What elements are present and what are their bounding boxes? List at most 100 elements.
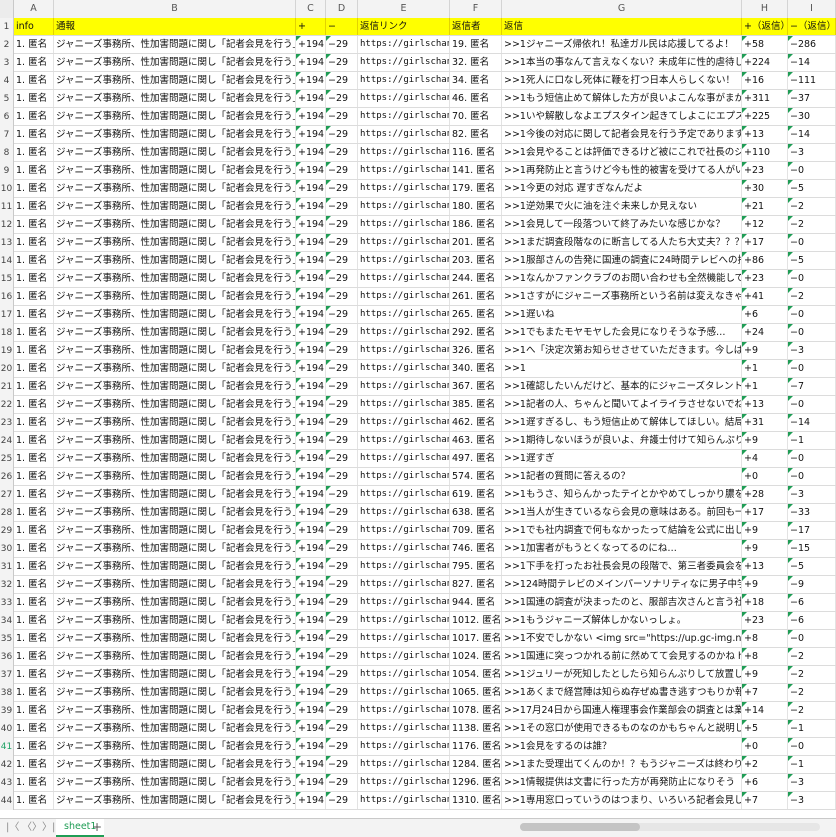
cell-f[interactable]: 116. 匿名 — [450, 144, 502, 161]
cell-c[interactable]: +194 — [296, 270, 326, 287]
cell-a[interactable]: 1. 匿名 — [14, 306, 54, 323]
cell-h[interactable]: +18 — [742, 594, 788, 611]
cell-c[interactable]: +194 — [296, 576, 326, 593]
cell-c[interactable]: +194 — [296, 756, 326, 773]
cell-e[interactable]: https://girlschannel.net — [358, 432, 450, 449]
cell-g[interactable]: >>1へ「決定次第お知らせさせていただきます。今しばらくお待ちいただきます — [502, 342, 742, 359]
cell-i[interactable]: −0 — [788, 630, 836, 647]
cell-g[interactable]: >>1本当の事なんて言えなくない？未成年に性的虐待してたの知ってたけど — [502, 54, 742, 71]
cell-c[interactable]: +194 — [296, 558, 326, 575]
cell-d[interactable]: −29 — [326, 720, 358, 737]
cell-f[interactable]: 1012. 匿名 — [450, 612, 502, 629]
cell-f[interactable]: 201. 匿名 — [450, 234, 502, 251]
cell-i[interactable]: −3 — [788, 792, 836, 809]
row-number[interactable]: 19 — [0, 342, 14, 360]
add-sheet-icon[interactable]: + — [92, 820, 102, 834]
row-number[interactable]: 18 — [0, 324, 14, 342]
cell-d[interactable]: −29 — [326, 504, 358, 521]
cell-h[interactable]: +6 — [742, 306, 788, 323]
cell-a[interactable]: 1. 匿名 — [14, 594, 54, 611]
cell-i[interactable]: −2 — [788, 702, 836, 719]
cell-b[interactable]: ジャニーズ事務所、性加害問題に関し「記者会見を行う」と発表 情報 — [54, 72, 296, 89]
column-header-b[interactable]: B — [54, 0, 296, 18]
cell-f[interactable]: 265. 匿名 — [450, 306, 502, 323]
cell-h[interactable]: +17 — [742, 504, 788, 521]
cell-f[interactable]: 70. 匿名 — [450, 108, 502, 125]
cell-e[interactable]: https://girlschannel.net — [358, 720, 450, 737]
cell-e[interactable]: https://girlschannel.net — [358, 288, 450, 305]
row-number[interactable]: 43 — [0, 774, 14, 792]
cell-c[interactable]: +194 — [296, 738, 326, 755]
cell-b[interactable]: ジャニーズ事務所、性加害問題に関し「記者会見を行う」と発表 情報 — [54, 90, 296, 107]
cell-f[interactable]: 19. 匿名 — [450, 36, 502, 53]
cell-c[interactable]: +194 — [296, 378, 326, 395]
cell-f[interactable]: 1078. 匿名 — [450, 702, 502, 719]
cell-b[interactable]: ジャニーズ事務所、性加害問題に関し「記者会見を行う」と発表 情報 — [54, 504, 296, 521]
cell-b[interactable]: ジャニーズ事務所、性加害問題に関し「記者会見を行う」と発表 情報 — [54, 288, 296, 305]
column-header-a[interactable]: A — [14, 0, 54, 18]
cell-e[interactable]: https://girlschannel.net — [358, 612, 450, 629]
cell-i[interactable]: −33 — [788, 504, 836, 521]
cell-e[interactable]: https://girlschannel.net — [358, 522, 450, 539]
cell-c[interactable]: +194 — [296, 630, 326, 647]
cell-c[interactable]: +194 — [296, 792, 326, 809]
cell-i[interactable]: −2 — [788, 198, 836, 215]
row-number[interactable]: 21 — [0, 378, 14, 396]
cell-d[interactable]: −29 — [326, 486, 358, 503]
cell-i[interactable]: −30 — [788, 108, 836, 125]
cell-i[interactable]: −37 — [788, 90, 836, 107]
cell-f[interactable]: 463. 匿名 — [450, 432, 502, 449]
cell-h[interactable]: +110 — [742, 144, 788, 161]
cell-a[interactable]: 1. 匿名 — [14, 234, 54, 251]
cell-h[interactable]: +1 — [742, 378, 788, 395]
select-all-corner[interactable] — [0, 0, 14, 18]
cell-g[interactable]: >>17月24日から国連人権理事会作業部会の調査とは業界の構造含めて対応 — [502, 702, 742, 719]
cell-a[interactable]: 1. 匿名 — [14, 378, 54, 395]
cell-h[interactable]: +86 — [742, 252, 788, 269]
cell-d[interactable]: −29 — [326, 324, 358, 341]
cell-h[interactable]: +9 — [742, 522, 788, 539]
cell-g[interactable]: >>1遅すぎるし、もう短信止めて解体してほしい。結局何十年も野放しジジ — [502, 414, 742, 431]
cell-c[interactable]: +194 — [296, 594, 326, 611]
cell-g[interactable]: >>1国連に突っつかれる前に然めてて会見するのかね https://www.yo… — [502, 648, 742, 665]
row-number[interactable]: 30 — [0, 540, 14, 558]
cell-e[interactable]: https://girlschannel.net — [358, 396, 450, 413]
cell-h[interactable]: +23 — [742, 162, 788, 179]
row-number[interactable]: 20 — [0, 360, 14, 378]
cell-h[interactable]: +8 — [742, 630, 788, 647]
cell-g[interactable]: >>1いや解散しなよエプスタイン起きてしよこにエプスタインの場合、首謀者 — [502, 108, 742, 125]
row-number[interactable]: 13 — [0, 234, 14, 252]
cell-c[interactable]: +194 — [296, 414, 326, 431]
cell-c[interactable]: +194 — [296, 774, 326, 791]
cell-d[interactable]: −29 — [326, 90, 358, 107]
cell-g[interactable]: >>1逆効果で火に油を注ぐ未来しか見えない — [502, 198, 742, 215]
cell-c[interactable]: +194 — [296, 162, 326, 179]
cell-b[interactable]: ジャニーズ事務所、性加害問題に関し「記者会見を行う」と発表 情報 — [54, 612, 296, 629]
cell-b[interactable]: ジャニーズ事務所、性加害問題に関し「記者会見を行う」と発表 情報 — [54, 666, 296, 683]
cell-e[interactable]: https://girlschannel.net — [358, 324, 450, 341]
cell-c[interactable]: +194 — [296, 450, 326, 467]
cell-c[interactable]: +194 — [296, 126, 326, 143]
cell-h[interactable]: +8 — [742, 648, 788, 665]
cell-h[interactable]: +23 — [742, 270, 788, 287]
cell-h[interactable]: +9 — [742, 666, 788, 683]
row-number[interactable]: 16 — [0, 288, 14, 306]
cell-f[interactable]: 944. 匿名 — [450, 594, 502, 611]
cell-i[interactable]: −0 — [788, 396, 836, 413]
row-number[interactable]: 27 — [0, 486, 14, 504]
cell-e[interactable]: https://girlschannel.net — [358, 576, 450, 593]
cell-f[interactable]: 203. 匿名 — [450, 252, 502, 269]
column-header-f[interactable]: F — [450, 0, 502, 18]
row-number[interactable]: 5 — [0, 90, 14, 108]
row-number[interactable]: 12 — [0, 216, 14, 234]
cell-b[interactable]: ジャニーズ事務所、性加害問題に関し「記者会見を行う」と発表 情報 — [54, 558, 296, 575]
cell-i[interactable]: −14 — [788, 126, 836, 143]
cell-a[interactable]: 1. 匿名 — [14, 522, 54, 539]
cell-c[interactable]: +194 — [296, 180, 326, 197]
cell-g[interactable]: >>1国連の調査が決まったのと、服部吉次さんと言う社会的地位のある人が — [502, 594, 742, 611]
row-number[interactable]: 10 — [0, 180, 14, 198]
row-number[interactable]: 34 — [0, 612, 14, 630]
cell-d[interactable]: −29 — [326, 198, 358, 215]
cell-b[interactable]: ジャニーズ事務所、性加害問題に関し「記者会見を行う」と発表 情報 — [54, 360, 296, 377]
cell-e[interactable]: https://girlschannel.net — [358, 126, 450, 143]
